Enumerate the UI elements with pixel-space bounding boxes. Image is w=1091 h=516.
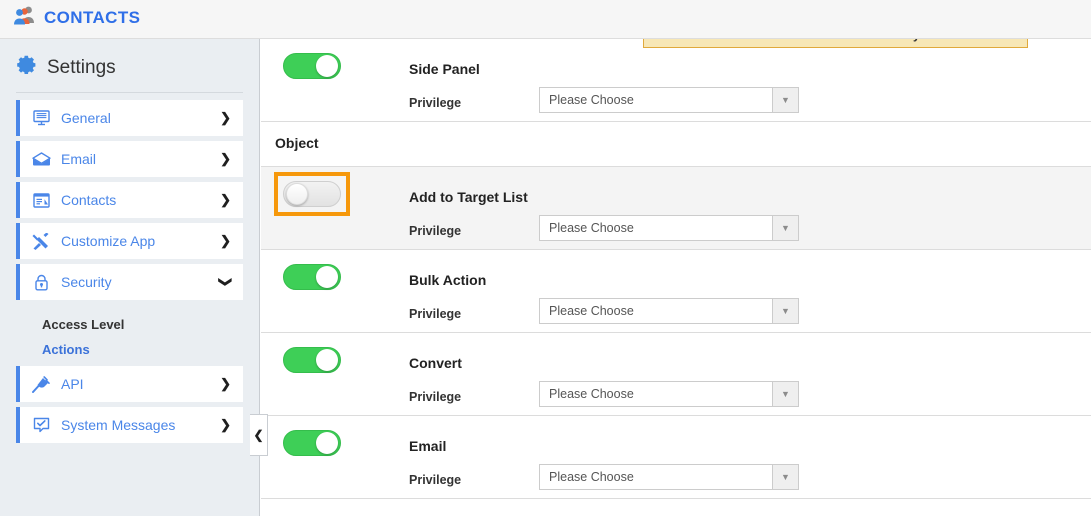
toggle-wrapper [283, 347, 341, 373]
settings-title: Settings [47, 56, 116, 78]
toggle-knob [316, 432, 338, 454]
status-banner-text: Action disabled successfully. [748, 39, 922, 42]
chevron-right-icon: ❯ [220, 192, 231, 207]
sidebar-nav: General ❯ Email ❯ Contacts ❯ Customize A… [0, 100, 259, 443]
privilege-select[interactable]: Please Choose ▼ [539, 215, 799, 241]
sidebar-subitem-actions[interactable]: Actions [0, 337, 259, 362]
lock-icon [28, 274, 54, 291]
action-title: Add to Target List [409, 189, 528, 205]
action-title: Bulk Action [409, 272, 487, 288]
message-check-icon [28, 417, 54, 433]
privilege-select-value: Please Choose [549, 470, 634, 484]
sidebar-item-contacts[interactable]: Contacts ❯ [16, 182, 243, 218]
tools-icon [28, 232, 54, 250]
sidebar: Settings General ❯ Email ❯ Contacts ❯ Cu… [0, 39, 268, 516]
chevron-down-icon: ▼ [772, 88, 798, 112]
section-title: Object [275, 135, 319, 151]
monitor-icon [28, 110, 54, 126]
plug-icon [28, 375, 54, 393]
action-toggle[interactable] [283, 264, 341, 290]
privilege-label: Privilege [409, 473, 462, 487]
chevron-down-icon: ❯ [218, 276, 234, 288]
sidebar-item-email[interactable]: Email ❯ [16, 141, 243, 177]
privilege-select-value: Please Choose [549, 93, 634, 107]
action-toggle[interactable] [283, 181, 341, 207]
application-window: CONTACTS Settings General ❯ Email ❯ Cont… [0, 0, 1091, 516]
brand[interactable]: CONTACTS [14, 5, 140, 30]
sidebar-item-label: System Messages [61, 417, 176, 433]
gear-icon [16, 54, 38, 81]
toggle-knob [286, 183, 308, 205]
sidebar-item-security[interactable]: Security ❯ [16, 264, 243, 300]
privilege-select[interactable]: Please Choose ▼ [539, 87, 799, 113]
sidebar-item-label: Email [61, 151, 97, 167]
toggle-wrapper [283, 430, 341, 456]
toggle-wrapper [274, 172, 350, 216]
section-header-object: Object [261, 122, 1091, 167]
privilege-label: Privilege [409, 307, 462, 321]
chevron-right-icon: ❯ [220, 151, 231, 166]
chevron-right-icon: ❯ [220, 110, 231, 125]
chevron-down-icon: ▼ [772, 299, 798, 323]
sidebar-item-label: Security [61, 274, 112, 290]
toggle-wrapper [283, 264, 341, 290]
chevron-right-icon: ❯ [220, 233, 231, 248]
sidebar-item-label: Contacts [61, 192, 117, 208]
security-subnav: Access Level Actions [0, 305, 259, 366]
sidebar-item-customize-app[interactable]: Customize App ❯ [16, 223, 243, 259]
action-toggle[interactable] [283, 430, 341, 456]
privilege-label: Privilege [409, 96, 462, 110]
action-row: Convert Privilege Please Choose ▼ [261, 333, 1091, 416]
sidebar-subitem-access-level[interactable]: Access Level [0, 312, 259, 337]
privilege-select-value: Please Choose [549, 304, 634, 318]
privilege-select-value: Please Choose [549, 387, 634, 401]
privilege-label: Privilege [409, 224, 462, 238]
sidebar-item-general[interactable]: General ❯ [16, 100, 243, 136]
main-content: Action disabled successfully. Side Panel… [261, 39, 1091, 516]
toggle-knob [316, 266, 338, 288]
action-title: Side Panel [409, 61, 480, 77]
chevron-down-icon: ▼ [772, 382, 798, 406]
privilege-select[interactable]: Please Choose ▼ [539, 298, 799, 324]
toggle-knob [316, 349, 338, 371]
action-row: Side Panel Privilege Please Choose ▼ [261, 39, 1091, 122]
toggle-wrapper [283, 53, 341, 79]
action-title: Email [409, 438, 447, 454]
status-banner: Action disabled successfully. [643, 39, 1028, 48]
sidebar-collapse-handle[interactable]: ❮ [250, 414, 268, 456]
action-title: Convert [409, 355, 462, 371]
sidebar-item-system-messages[interactable]: System Messages ❯ [16, 407, 243, 443]
action-row: Bulk Action Privilege Please Choose ▼ [261, 250, 1091, 333]
actions-list: Side Panel Privilege Please Choose ▼ Obj… [261, 39, 1091, 499]
action-row: Add to Target List Privilege Please Choo… [261, 167, 1091, 250]
action-toggle[interactable] [283, 347, 341, 373]
action-toggle[interactable] [283, 53, 341, 79]
chevron-right-icon: ❯ [220, 417, 231, 432]
envelope-icon [28, 151, 54, 167]
toggle-knob [316, 55, 338, 77]
chevron-down-icon: ▼ [772, 216, 798, 240]
privilege-select[interactable]: Please Choose ▼ [539, 381, 799, 407]
chevron-right-icon: ❯ [220, 376, 231, 391]
privilege-select-value: Please Choose [549, 221, 634, 235]
sidebar-item-label: General [61, 110, 111, 126]
settings-divider [16, 92, 243, 93]
settings-heading: Settings [0, 39, 259, 81]
top-bar: CONTACTS [0, 0, 1091, 39]
privilege-label: Privilege [409, 390, 462, 404]
brand-title: CONTACTS [44, 7, 141, 27]
chevron-down-icon: ▼ [772, 465, 798, 489]
privilege-select[interactable]: Please Choose ▼ [539, 464, 799, 490]
contacts-people-icon [14, 5, 36, 30]
sidebar-item-label: Customize App [61, 233, 156, 249]
action-row: Email Privilege Please Choose ▼ [261, 416, 1091, 499]
contact-card-icon [28, 192, 54, 208]
sidebar-item-api[interactable]: API ❯ [16, 366, 243, 402]
sidebar-item-label: API [61, 376, 84, 392]
